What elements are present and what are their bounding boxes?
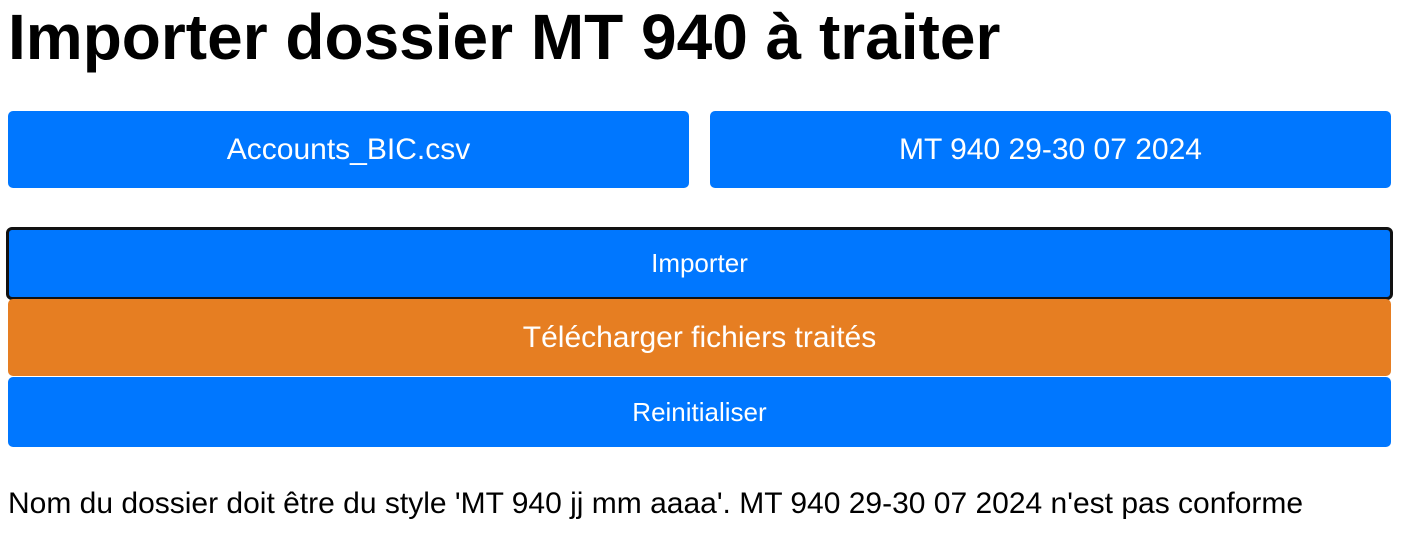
reset-button-label: Reinitialiser — [632, 396, 767, 427]
download-button-label: Télécharger fichiers traités — [522, 320, 877, 354]
status-message: Nom du dossier doit être du style 'MT 94… — [8, 487, 1304, 520]
accounts-file-label: Accounts_BIC.csv — [226, 132, 471, 166]
download-processed-files-button[interactable]: Télécharger fichiers traités — [8, 299, 1391, 376]
reset-button[interactable]: Reinitialiser — [8, 377, 1391, 447]
import-button[interactable]: Importer — [6, 227, 1393, 300]
page-title: Importer dossier MT 940 à traiter — [8, 1, 1001, 73]
folder-select-label: MT 940 29-30 07 2024 — [898, 132, 1202, 166]
import-button-label: Importer — [651, 248, 748, 278]
accounts-file-button[interactable]: Accounts_BIC.csv — [8, 111, 689, 188]
folder-select-button[interactable]: MT 940 29-30 07 2024 — [710, 111, 1391, 188]
